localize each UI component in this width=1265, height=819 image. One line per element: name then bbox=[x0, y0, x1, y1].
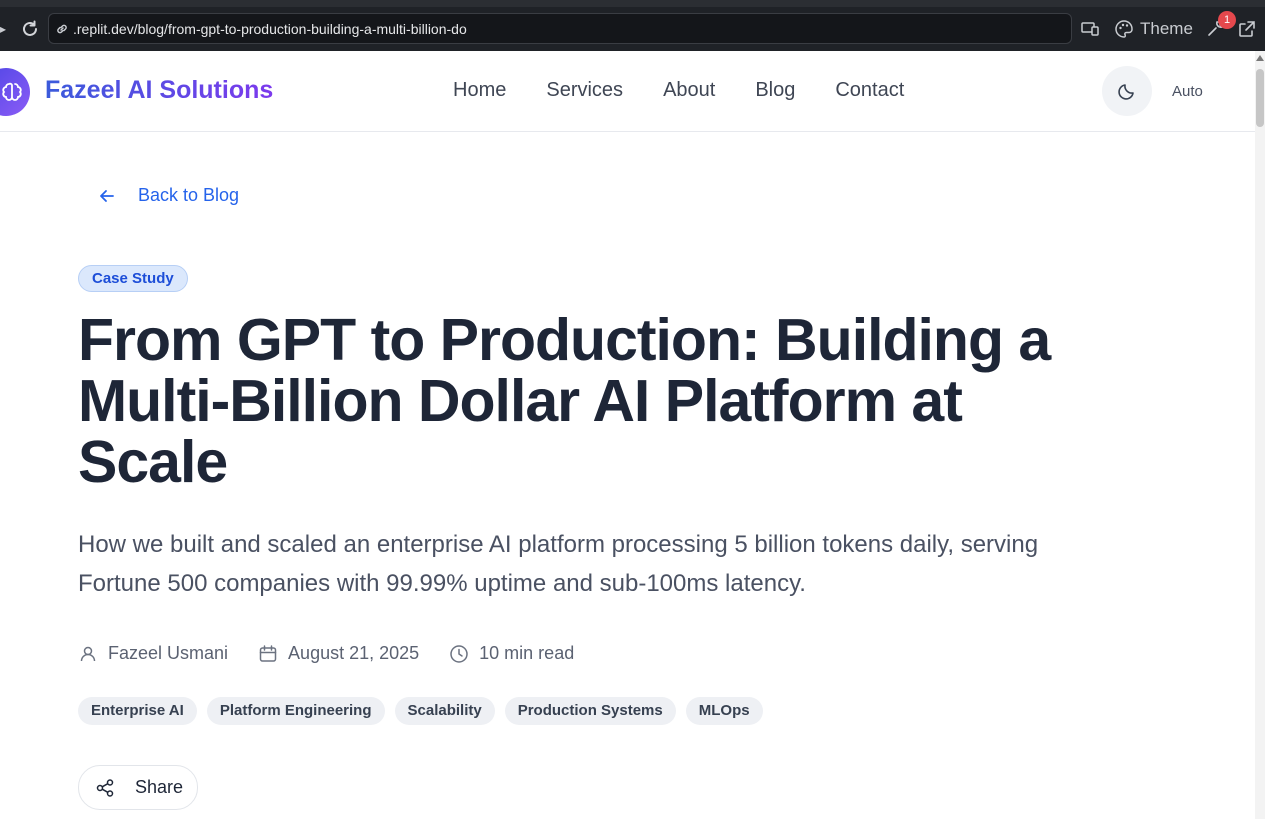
nav-contact[interactable]: Contact bbox=[835, 79, 904, 102]
article-meta: Fazeel Usmani August 21, 2025 10 min rea… bbox=[78, 643, 604, 664]
link-icon bbox=[57, 24, 67, 34]
nav-home[interactable]: Home bbox=[453, 79, 506, 102]
back-to-blog-link[interactable]: Back to Blog bbox=[98, 185, 239, 206]
tag-platform-engineering[interactable]: Platform Engineering bbox=[206, 697, 385, 725]
calendar-icon bbox=[259, 644, 277, 662]
tag-production-systems[interactable]: Production Systems bbox=[504, 697, 676, 725]
dark-mode-toggle[interactable] bbox=[1102, 66, 1152, 116]
tag-enterprise-ai[interactable]: Enterprise AI bbox=[78, 697, 197, 725]
author-meta: Fazeel Usmani bbox=[78, 643, 228, 664]
page-scrollbar[interactable] bbox=[1255, 51, 1265, 819]
read-time: 10 min read bbox=[479, 643, 575, 663]
theme-button[interactable]: Theme bbox=[1140, 19, 1193, 39]
article-subtitle: How we built and scaled an enterprise AI… bbox=[78, 531, 1039, 597]
nav-blog[interactable]: Blog bbox=[755, 79, 795, 102]
url-text: .replit.dev/blog/from-gpt-to-production-… bbox=[73, 21, 467, 37]
browser-toolbar: ▸ .replit.dev/blog/from-gpt-to-productio… bbox=[0, 0, 1265, 51]
clock-icon bbox=[450, 644, 468, 663]
tag-scalability[interactable]: Scalability bbox=[394, 697, 495, 725]
scroll-thumb[interactable] bbox=[1256, 69, 1264, 127]
tag-list: Enterprise AI Platform Engineering Scala… bbox=[78, 697, 763, 725]
brain-logo-icon[interactable] bbox=[0, 68, 30, 116]
palette-icon[interactable] bbox=[1114, 19, 1134, 39]
category-badge: Case Study bbox=[78, 265, 188, 292]
address-bar[interactable]: .replit.dev/blog/from-gpt-to-production-… bbox=[48, 13, 1072, 44]
scroll-up-arrow-icon[interactable] bbox=[1256, 55, 1264, 61]
publish-date: August 21, 2025 bbox=[288, 643, 420, 663]
read-time-meta: 10 min read bbox=[449, 643, 574, 664]
devices-icon[interactable] bbox=[1080, 19, 1100, 39]
reload-icon[interactable] bbox=[20, 19, 40, 39]
main-nav: Home Services About Blog Contact bbox=[453, 79, 904, 102]
user-icon bbox=[80, 646, 96, 661]
theme-mode-label[interactable]: Auto bbox=[1172, 83, 1203, 100]
brand-name[interactable]: Fazeel AI Solutions bbox=[45, 76, 273, 105]
share-label: Share bbox=[135, 777, 184, 797]
nav-services[interactable]: Services bbox=[546, 79, 623, 102]
arrow-left-icon bbox=[100, 189, 114, 202]
moon-icon bbox=[1118, 84, 1134, 100]
back-to-blog-label: Back to Blog bbox=[138, 185, 240, 205]
tag-mlops[interactable]: MLOps bbox=[685, 697, 763, 725]
nav-about[interactable]: About bbox=[663, 79, 715, 102]
share-icon bbox=[96, 778, 114, 797]
author-name: Fazeel Usmani bbox=[108, 643, 229, 663]
back-arrow-icon[interactable]: ▸ bbox=[0, 22, 6, 36]
site-header: Fazeel AI Solutions Home Services About … bbox=[0, 51, 1255, 132]
article-title: From GPT to Production: Building a Multi… bbox=[78, 307, 1051, 495]
external-link-icon[interactable] bbox=[1237, 19, 1257, 39]
share-button[interactable]: Share bbox=[78, 765, 198, 810]
notification-badge: 1 bbox=[1218, 11, 1236, 29]
date-meta: August 21, 2025 bbox=[258, 643, 419, 664]
